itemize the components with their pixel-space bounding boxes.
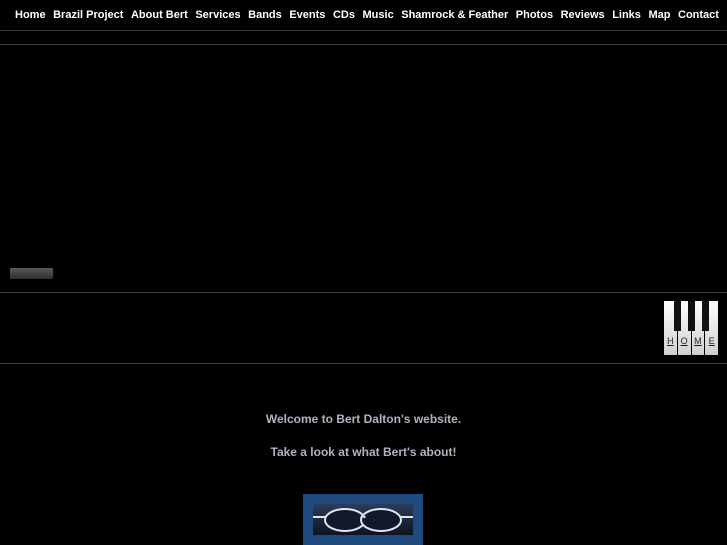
key-letter-m: M (694, 336, 702, 346)
key-letter-e: E (708, 336, 715, 346)
piano-black-key (674, 301, 681, 331)
main-nav: Home Brazil Project About Bert Services … (0, 0, 727, 31)
slideshow-control[interactable] (10, 268, 53, 279)
divider-middle (0, 292, 727, 293)
nav-cds[interactable]: CDs (333, 9, 355, 21)
key-letter-o: O (680, 336, 688, 346)
welcome-text: Welcome to Bert Dalton's website. (265, 412, 462, 426)
piano-black-key (702, 301, 709, 331)
key-letter-h: H (667, 336, 674, 346)
nav-reviews[interactable]: Reviews (561, 9, 605, 21)
nav-home[interactable]: Home (15, 9, 46, 21)
nav-photos[interactable]: Photos (516, 9, 553, 21)
home-piano-keys-button[interactable]: H O M E (664, 301, 718, 355)
photo-inner (313, 504, 413, 535)
nav-shamrock-feather[interactable]: Shamrock & Feather (401, 9, 508, 21)
glasses-icon (313, 508, 413, 532)
nav-about-bert[interactable]: About Bert (131, 9, 188, 21)
divider-bottom (0, 363, 727, 364)
tagline-text: Take a look at what Bert's about! (270, 445, 457, 459)
slideshow-area (0, 45, 727, 291)
nav-contact[interactable]: Contact (678, 9, 719, 21)
nav-music[interactable]: Music (363, 9, 394, 21)
nav-bands[interactable]: Bands (248, 9, 282, 21)
nav-map[interactable]: Map (648, 9, 670, 21)
piano-black-key (688, 301, 695, 331)
nav-services[interactable]: Services (195, 9, 240, 21)
glasses-photo (303, 494, 423, 545)
nav-links[interactable]: Links (612, 9, 641, 21)
nav-brazil-project[interactable]: Brazil Project (53, 9, 123, 21)
nav-events[interactable]: Events (289, 9, 325, 21)
